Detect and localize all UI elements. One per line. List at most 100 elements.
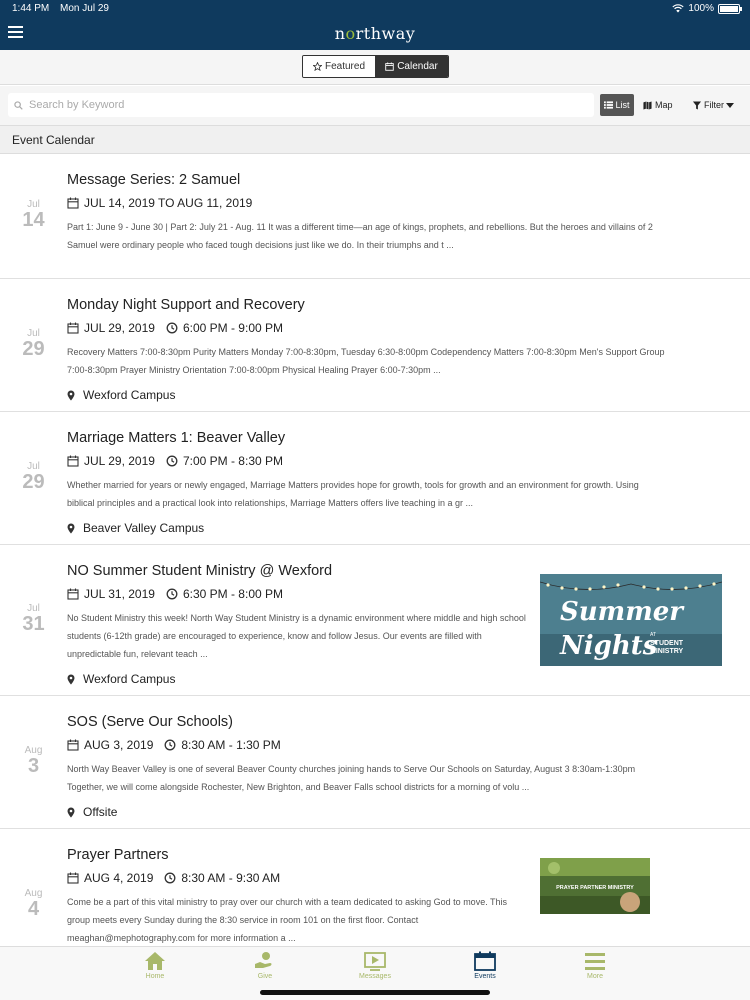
event-title[interactable]: Message Series: 2 Samuel: [67, 172, 667, 192]
featured-calendar-toggle: Featured Calendar: [302, 55, 449, 78]
battery-icon: [718, 3, 742, 14]
filter-button[interactable]: Filter: [692, 94, 734, 116]
event-datetime: JUL 14, 2019 TO AUG 11, 2019: [67, 195, 667, 211]
event-date-badge: Jul 29: [0, 461, 67, 492]
event-item[interactable]: Jul 14 Message Series: 2 Samuel JUL 14, …: [0, 154, 750, 279]
clock-icon: [166, 455, 178, 467]
event-date-badge: Aug 4: [0, 888, 67, 919]
star-icon: [312, 62, 322, 71]
prayer-partner-thumbnail[interactable]: PRAYER PARTNER MINISTRY: [540, 858, 650, 914]
event-item[interactable]: Jul 29 Marriage Matters 1: Beaver Valley…: [0, 412, 750, 545]
calendar-icon: [67, 588, 79, 600]
map-view-button[interactable]: Map: [643, 94, 673, 116]
thumb-title-line2: Nights: [559, 631, 658, 661]
northway-logo: northway: [334, 24, 416, 43]
event-day: 4: [27, 898, 40, 920]
event-day: 29: [22, 338, 45, 360]
clock-icon: [164, 872, 176, 884]
event-time: 7:00 PM - 8:30 PM: [182, 454, 283, 468]
event-day: 3: [27, 755, 40, 777]
tab-messages[interactable]: Messages: [345, 951, 405, 980]
event-item[interactable]: Aug 3 SOS (Serve Our Schools) AUG 3, 201…: [0, 696, 750, 829]
event-item[interactable]: Aug 4 Prayer Partners AUG 4, 2019 8:30 A…: [0, 829, 750, 946]
calendar-icon: [474, 951, 496, 971]
top-nav-bar: northway: [0, 18, 750, 50]
event-time: 6:00 PM - 9:00 PM: [182, 321, 283, 335]
event-date-badge: Jul 14: [0, 199, 67, 230]
status-bar: 1:44 PM Mon Jul 29 100%: [0, 0, 750, 18]
event-title[interactable]: SOS (Serve Our Schools): [67, 714, 667, 734]
status-date: Mon Jul 29: [60, 3, 109, 14]
tab-events[interactable]: Events: [455, 951, 515, 980]
calendar-icon: [385, 62, 394, 71]
event-description: North Way Beaver Valley is one of severa…: [67, 764, 636, 792]
event-day: 29: [22, 471, 45, 493]
event-date-badge: Jul 29: [0, 328, 67, 359]
map-icon: [643, 100, 652, 110]
tab-home[interactable]: Home: [125, 951, 185, 980]
clock-icon: [166, 588, 178, 600]
segment-bar: Featured Calendar: [0, 50, 750, 85]
location-pin-icon: [67, 523, 75, 533]
event-title[interactable]: Prayer Partners: [67, 847, 532, 867]
event-description: Whether married for years or newly engag…: [67, 480, 639, 508]
tab-more[interactable]: More: [565, 951, 625, 980]
calendar-icon: [67, 739, 79, 751]
event-list: Jul 14 Message Series: 2 Samuel JUL 14, …: [0, 154, 750, 946]
thumb-sub2: STUDENT: [650, 640, 684, 647]
event-location: Wexford Campus: [67, 672, 532, 686]
home-indicator: [260, 990, 490, 995]
search-toolbar: List Map Filter: [0, 86, 750, 126]
search-input[interactable]: [29, 99, 569, 111]
list-icon: [604, 101, 614, 109]
give-icon: [255, 952, 272, 968]
summer-nights-thumbnail[interactable]: Summer Nights AT STUDENT MINISTRY: [540, 574, 722, 666]
home-icon: [145, 952, 165, 970]
event-time: 8:30 AM - 9:30 AM: [181, 871, 281, 885]
caret-down-icon: [726, 102, 734, 108]
thumb-sub3: MINISTRY: [650, 648, 684, 655]
location-pin-icon: [67, 674, 75, 684]
event-date: AUG 3, 2019: [84, 738, 154, 752]
tab-give[interactable]: Give: [235, 951, 295, 980]
featured-tab[interactable]: Featured: [303, 56, 375, 77]
battery-percent: 100%: [688, 3, 714, 14]
event-datetime: AUG 4, 2019 8:30 AM - 9:30 AM: [67, 870, 532, 886]
event-description: No Student Ministry this week! North Way…: [67, 613, 526, 659]
event-day: 31: [22, 613, 45, 635]
event-title[interactable]: NO Summer Student Ministry @ Wexford: [67, 563, 532, 583]
funnel-icon: [692, 100, 702, 110]
event-location: Beaver Valley Campus: [67, 521, 667, 535]
clock-icon: [166, 322, 178, 334]
thumb-title-line1: Summer: [560, 597, 685, 627]
event-item[interactable]: Jul 31 NO Summer Student Ministry @ Wexf…: [0, 545, 750, 696]
location-pin-icon: [67, 390, 75, 400]
event-day: 14: [22, 209, 45, 231]
event-description: Part 1: June 9 - June 30 | Part 2: July …: [67, 222, 653, 250]
event-datetime: JUL 31, 2019 6:30 PM - 8:00 PM: [67, 586, 532, 602]
event-date: JUL 29, 2019: [84, 321, 155, 335]
wifi-icon: [672, 4, 685, 13]
calendar-tab[interactable]: Calendar: [375, 56, 448, 77]
location-pin-icon: [67, 807, 75, 817]
messages-icon: [364, 952, 386, 971]
event-date-badge: Jul 31: [0, 603, 67, 634]
search-box[interactable]: [8, 93, 594, 117]
calendar-icon: [67, 455, 79, 467]
event-description: Come be a part of this vital ministry to…: [67, 897, 508, 943]
event-title[interactable]: Marriage Matters 1: Beaver Valley: [67, 430, 667, 450]
event-description: Recovery Matters 7:00-8:30pm Purity Matt…: [67, 347, 665, 375]
event-date: JUL 14, 2019 TO AUG 11, 2019: [84, 196, 253, 210]
event-date: AUG 4, 2019: [84, 871, 154, 885]
thumb-sub1: AT: [650, 632, 656, 638]
menu-icon: [585, 953, 605, 970]
section-title: Event Calendar: [0, 126, 750, 154]
event-time: 8:30 AM - 1:30 PM: [181, 738, 281, 752]
event-title[interactable]: Monday Night Support and Recovery: [67, 297, 667, 317]
event-location: Wexford Campus: [67, 388, 667, 402]
event-datetime: AUG 3, 2019 8:30 AM - 1:30 PM: [67, 737, 667, 753]
event-datetime: JUL 29, 2019 6:00 PM - 9:00 PM: [67, 320, 667, 336]
event-item[interactable]: Jul 29 Monday Night Support and Recovery…: [0, 279, 750, 412]
event-date: JUL 31, 2019: [84, 587, 155, 601]
list-view-button[interactable]: List: [600, 94, 634, 116]
